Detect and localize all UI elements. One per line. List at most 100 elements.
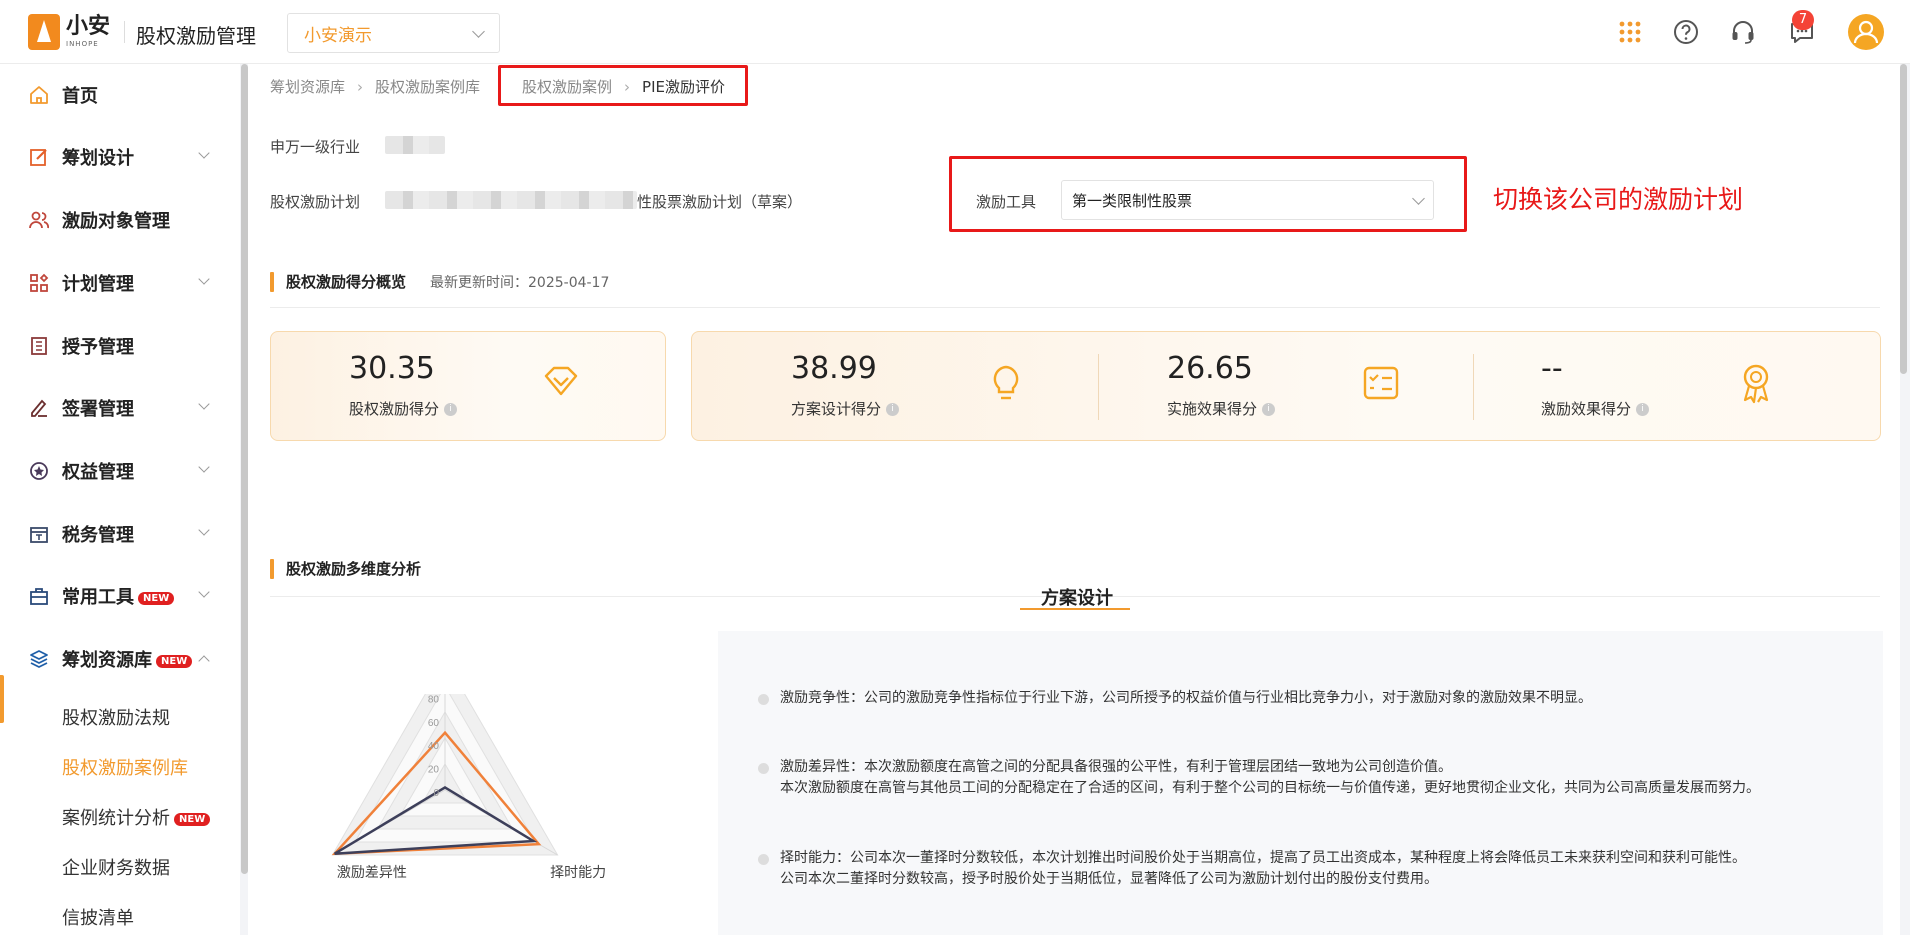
- active-indicator: [0, 675, 4, 723]
- radar-chart: 100806040200激励竞争性激励差异性择时能力: [331, 694, 606, 880]
- sidebar-item-label: 常用工具 NEW: [62, 583, 175, 609]
- tool-select[interactable]: 第一类限制性股票: [1061, 180, 1434, 220]
- sidebar-item-label: 权益管理: [62, 462, 134, 483]
- sidebar-item-label: 授予管理: [62, 337, 134, 358]
- bullet-icon: [758, 854, 769, 865]
- sidebar-item-equity-management[interactable]: 权益管理: [0, 449, 240, 493]
- total-score-label: 股权激励得分 i: [349, 398, 458, 419]
- radar-axis-label: 择时能力: [550, 864, 606, 880]
- chevron-down-icon: [198, 398, 210, 410]
- sidebar-item-plan-management[interactable]: 计划管理: [0, 261, 240, 305]
- company-select-value: 小安演示: [304, 25, 372, 46]
- sidebar-item-planning-design[interactable]: 筹划设计: [0, 135, 240, 179]
- analysis-item-timing-line2: 公司本次二董择时分数较高，授予时股价处于当期低位，显著降低了公司为激励计划付出的…: [780, 871, 1438, 887]
- notification-badge: 7: [1792, 10, 1814, 30]
- logo[interactable]: 小安 INHOPE: [28, 14, 126, 50]
- score-card-total: [270, 331, 666, 441]
- document-icon: [31, 337, 47, 355]
- sidebar-item-label: 筹划设计: [62, 148, 134, 169]
- bullet-icon: [758, 763, 769, 774]
- tab-underline: [1020, 608, 1130, 610]
- info-icon[interactable]: i: [1262, 403, 1276, 416]
- sidebar-item-home[interactable]: 首页: [0, 73, 240, 117]
- user-icon: [1853, 20, 1879, 44]
- chevron-down-icon: [1412, 191, 1425, 205]
- sidebar-item-incentive-targets[interactable]: 激励对象管理: [0, 198, 240, 242]
- bullet-icon: [758, 694, 769, 705]
- redacted-plan: [385, 191, 637, 209]
- breadcrumb-item[interactable]: 筹划资源库: [270, 76, 345, 97]
- info-icon[interactable]: i: [444, 403, 458, 416]
- highlight-box-breadcrumb: [498, 65, 748, 106]
- analysis-item-differentiation-line2: 本次激励额度在高管与其他员工间的分配稳定在了合适的区间，有利于整个公司的目标统一…: [780, 780, 1760, 796]
- industry-label: 申万一级行业: [270, 138, 361, 156]
- sidebar-scrollbar[interactable]: [241, 64, 248, 874]
- diamond-icon: [544, 366, 578, 396]
- sidebar-subitem-disclosure-list[interactable]: 信披清单: [62, 904, 134, 930]
- users-icon: [29, 211, 49, 229]
- avatar[interactable]: [1848, 14, 1884, 50]
- top-header: 小安 INHOPE 股权激励管理 小安演示 7: [0, 0, 1910, 64]
- radar-tick-label: 20: [428, 765, 440, 776]
- tool-select-value: 第一类限制性股票: [1072, 191, 1193, 210]
- info-icon[interactable]: i: [886, 403, 900, 416]
- sidebar-item-grant-management[interactable]: 授予管理: [0, 324, 240, 368]
- chevron-down-icon: [198, 461, 210, 473]
- sidebar-item-tools[interactable]: 常用工具 NEW: [0, 574, 240, 618]
- effect-score-label: 激励效果得分 i: [1541, 398, 1650, 419]
- radar-axis-label: 激励差异性: [337, 864, 407, 880]
- sidebar-subitem-regulations[interactable]: 股权激励法规: [62, 704, 170, 730]
- sidebar-subitem-case-statistics[interactable]: 案例统计分析 NEW: [62, 804, 211, 830]
- new-badge: NEW: [138, 591, 175, 605]
- radar-tick-label: 40: [428, 741, 440, 752]
- updated-time: 最新更新时间：2025-04-17: [430, 274, 610, 291]
- signature-icon: [31, 399, 47, 417]
- info-icon[interactable]: i: [1636, 403, 1650, 416]
- chevron-up-icon: [198, 655, 210, 667]
- new-badge: NEW: [156, 654, 193, 668]
- logo-icon: [28, 14, 60, 50]
- apps-grid-icon[interactable]: [1617, 19, 1643, 45]
- sidebar: 首页 筹划设计 激励对象管理 计划管理 授予管理 签署管理 权益管理 税务管理 …: [0, 64, 240, 935]
- checklist-icon: [1363, 366, 1399, 400]
- help-icon[interactable]: [1673, 19, 1699, 45]
- sidebar-subitem-case-library[interactable]: 股权激励案例库: [62, 754, 188, 780]
- sidebar-item-tax-management[interactable]: 税务管理: [0, 512, 240, 556]
- chevron-down-icon: [472, 24, 485, 38]
- tab-plan-design[interactable]: 方案设计: [1041, 584, 1113, 610]
- redacted-industry: [385, 136, 445, 154]
- company-select[interactable]: 小安演示: [287, 13, 500, 53]
- sidebar-item-label: 筹划资源库 NEW: [62, 646, 193, 672]
- implementation-score: 26.65: [1167, 351, 1253, 386]
- customer-service-icon[interactable]: [1730, 19, 1756, 45]
- analysis-title: 股权激励多维度分析: [270, 558, 421, 579]
- equity-icon: [30, 462, 48, 480]
- sidebar-subitem-financial-data[interactable]: 企业财务数据: [62, 854, 170, 880]
- main-scrollbar[interactable]: [1900, 64, 1907, 374]
- sidebar-item-label: 签署管理: [62, 399, 134, 420]
- tool-label: 激励工具: [976, 193, 1037, 211]
- sidebar-item-signing-management[interactable]: 签署管理: [0, 386, 240, 430]
- tax-icon: [30, 527, 48, 543]
- implementation-score-label: 实施效果得分 i: [1167, 398, 1276, 419]
- radar-tick-label: 0: [433, 788, 439, 799]
- breadcrumb-item[interactable]: 股权激励案例库: [375, 76, 480, 97]
- analysis-item-timing: 择时能力：公司本次一董择时分数较低，本次计划推出时间股价处于当期高位，提高了员工…: [780, 850, 1746, 866]
- edit-icon: [30, 149, 47, 166]
- radar-tick-label: 80: [428, 694, 440, 705]
- design-score-label: 方案设计得分 i: [791, 398, 900, 419]
- sidebar-item-label: 计划管理: [62, 274, 134, 295]
- annotation-text: 切换该公司的激励计划: [1493, 185, 1744, 214]
- main-content: 筹划资源库 › 股权激励案例库 股权激励案例 › PIE激励评价 申万一级行业 …: [248, 64, 1900, 935]
- logo-subtitle: INHOPE: [66, 40, 99, 48]
- sidebar-item-resource-library[interactable]: 筹划资源库 NEW: [0, 637, 240, 681]
- score-card-group: [691, 331, 1881, 441]
- sidebar-item-label: 激励对象管理: [62, 211, 170, 232]
- sidebar-item-label: 税务管理: [62, 525, 134, 546]
- overview-title: 股权激励得分概览 最新更新时间：2025-04-17: [270, 271, 609, 292]
- sidebar-item-label: 首页: [62, 86, 98, 107]
- app-title: 股权激励管理: [136, 24, 256, 48]
- total-score: 30.35: [349, 351, 435, 386]
- chevron-right-icon: ›: [357, 77, 364, 96]
- radar-tick-label: 60: [428, 718, 440, 729]
